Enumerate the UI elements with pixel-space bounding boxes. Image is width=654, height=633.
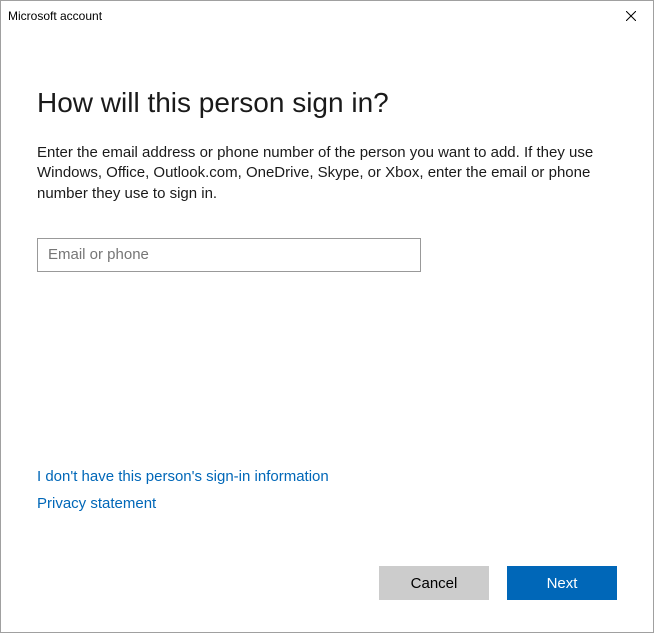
privacy-statement-link[interactable]: Privacy statement [37, 495, 329, 512]
dialog-content: How will this person sign in? Enter the … [1, 31, 653, 632]
close-icon [626, 11, 636, 21]
instruction-text: Enter the email address or phone number … [37, 143, 597, 204]
cancel-button[interactable]: Cancel [379, 566, 489, 600]
page-heading: How will this person sign in? [37, 87, 617, 119]
no-signin-info-link[interactable]: I don't have this person's sign-in infor… [37, 468, 329, 485]
close-button[interactable] [608, 1, 653, 31]
next-button[interactable]: Next [507, 566, 617, 600]
titlebar: Microsoft account [1, 1, 653, 31]
window-title: Microsoft account [8, 1, 102, 31]
email-phone-input[interactable] [37, 238, 421, 272]
button-row: Cancel Next [379, 566, 617, 600]
links-section: I don't have this person's sign-in infor… [37, 468, 329, 522]
